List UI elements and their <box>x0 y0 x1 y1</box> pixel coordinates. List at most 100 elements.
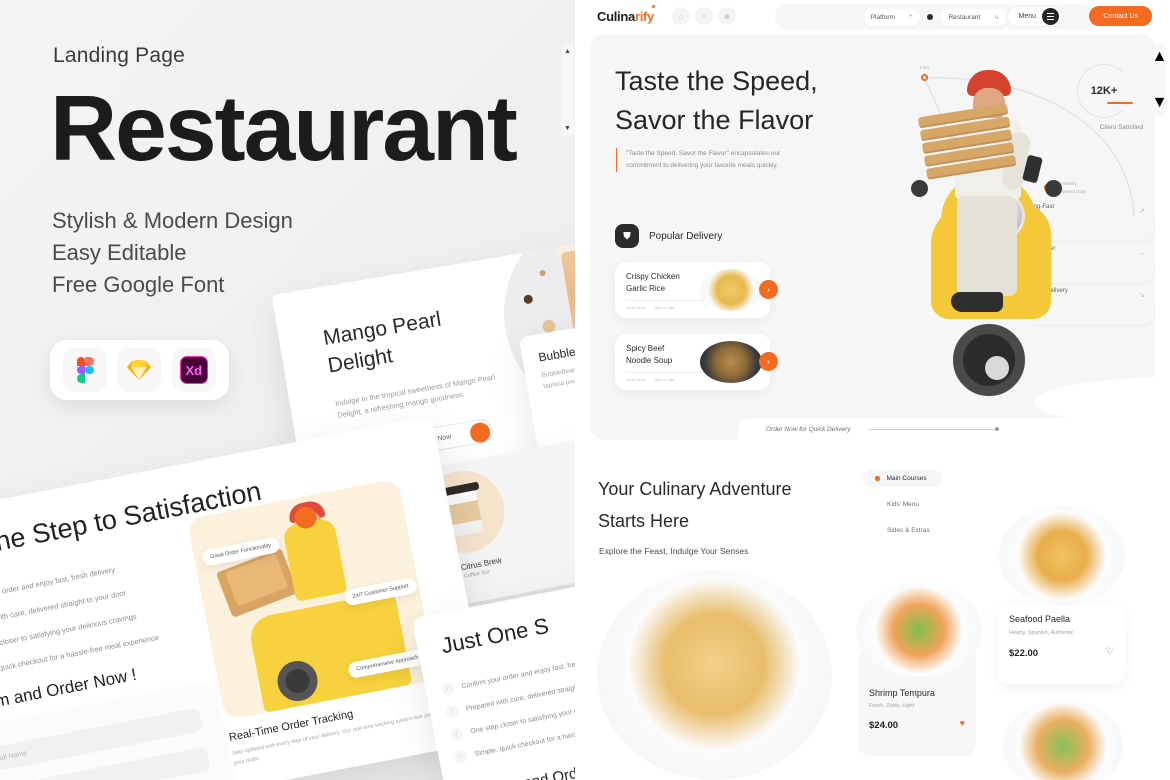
menu-label: Menu <box>1018 13 1036 20</box>
hero-footer-line-icon <box>868 427 999 431</box>
rider-shoe <box>951 292 1003 312</box>
tab-sides-extras[interactable]: Sides & Extras <box>863 522 942 539</box>
sketch-icon <box>117 348 162 392</box>
food-card-title: Crispy Chicken Garlic Rice <box>626 271 708 296</box>
nav-pill-restaurant[interactable]: Restaurant ↳ <box>940 8 1008 26</box>
stat-label: Client Satisfied <box>1099 124 1143 131</box>
plus-icon: + <box>908 14 913 20</box>
arrow-icon: ↔ <box>1138 250 1145 257</box>
menu-item-desc: Hearty, Spanish, Authentic <box>1009 630 1074 636</box>
food-title-line2: Noodle Soup <box>626 356 673 366</box>
scroll-up-icon[interactable]: ▲ <box>564 48 571 55</box>
bubblebeam-title: BubbleBeam <box>537 339 575 365</box>
feature-item: Free Google Font <box>52 272 225 298</box>
just-one-step-list: ✓ Confirm your order and enjoy fast, fre… <box>440 655 575 775</box>
user-icon[interactable]: ☻ <box>718 7 736 25</box>
tab-main-courses[interactable]: Main Courses <box>863 470 942 487</box>
food-card-crispy-chicken[interactable]: Crispy Chicken Garlic Rice Order Now Add… <box>615 262 778 318</box>
logo-main: Culina <box>597 9 635 24</box>
nav-pill-platform[interactable]: Platform + <box>862 8 921 26</box>
food-title-line1: Spicy Beef <box>626 344 665 353</box>
just-one-step-heading: Just One S <box>439 612 551 659</box>
check-icon: ✓ <box>440 682 455 697</box>
mockup-mango-title: Mango Pearl Delight <box>321 307 443 378</box>
mockup-card-satisfaction: Just One Step to Satisfaction ✓ Confirm … <box>0 415 495 780</box>
adobe-xd-icon: Xd <box>171 348 216 392</box>
active-dot-icon <box>875 476 880 481</box>
page-title: Restaurant <box>50 76 518 180</box>
tab-label: Main Courses <box>886 475 927 482</box>
menu-item-price: $24.00 <box>869 720 899 731</box>
menu-heading-line2: Starts Here <box>598 511 690 532</box>
arrow-up-right-icon: ↗ <box>1139 208 1145 215</box>
rider-legs <box>957 196 1017 296</box>
popular-delivery-header: ⛊ Popular Delivery <box>615 224 722 248</box>
xd-label: Xd <box>179 356 208 384</box>
menu-section-heading: Your Culinary Adventure Starts Here <box>598 473 791 537</box>
favorite-heart-icon[interactable]: ♥ <box>960 718 965 728</box>
site-topbar: Culinarify ⌂ ⌕ ☻ Platform + Restaurant ↳… <box>575 0 1170 34</box>
page-kicker: Landing Page <box>53 44 186 67</box>
shrimp-tempura-image <box>856 583 982 677</box>
logo-accent: rify <box>634 9 654 24</box>
arrow-down-right-icon: ↘ <box>1139 292 1145 299</box>
app-badge-tray: Xd <box>50 340 229 400</box>
right-scrollbar[interactable]: ▲ ▼ <box>1152 44 1168 116</box>
rider-illustration: Great Order Functionality 24/7 Customer … <box>186 478 437 721</box>
hamburger-icon <box>1042 8 1059 25</box>
meta-order-now: Order Now <box>626 305 646 310</box>
food-card-arrow-icon[interactable]: › <box>759 280 778 299</box>
tag-label: 24/7 Customer Support <box>351 583 409 600</box>
featured-dish-image <box>597 570 832 780</box>
food-card-spicy-beef[interactable]: Spicy Beef Noodle Soup Order Now Add to … <box>615 334 778 390</box>
food-card-arrow-icon[interactable]: › <box>759 352 778 371</box>
check-icon: ✓ <box>453 749 469 764</box>
popular-delivery-label: Popular Delivery <box>649 230 723 242</box>
scroll-up-icon[interactable]: ▲ <box>1152 48 1168 66</box>
delivery-bag-icon: ⛊ <box>615 224 639 248</box>
favorite-heart-icon[interactable]: ♡ <box>1106 646 1114 657</box>
arc-node-top <box>921 74 928 81</box>
dish-image <box>700 341 762 383</box>
menu-card-seafood-paella[interactable]: Seafood Paella Hearty, Spanish, Authenti… <box>998 604 1125 684</box>
scroll-down-icon[interactable]: ▼ <box>564 125 571 132</box>
menu-item-price: $22.00 <box>1009 648 1039 659</box>
mockup-mango-desc: Indulge in the tropical sweetness of Man… <box>334 372 496 421</box>
website-preview-panel: Culinarify ⌂ ⌕ ☻ Platform + Restaurant ↳… <box>575 0 1170 780</box>
topbar-icon-group: ⌂ ⌕ ☻ <box>672 7 736 25</box>
feature-list: Stylish & Modern Design Easy Editable Fr… <box>52 205 293 301</box>
hero-footer-text: Order Now for Quick Delivery <box>766 425 851 433</box>
site-logo[interactable]: Culinarify <box>597 5 655 24</box>
meta-order-now: Order Now <box>626 377 646 382</box>
arrow-icon: ↳ <box>994 14 1000 21</box>
meta-add-to-cart: Add to Cart <box>654 305 675 310</box>
arc-caption-top: Fast <box>920 65 929 70</box>
menu-button[interactable]: Menu <box>1007 6 1063 27</box>
scroll-down-icon[interactable]: ▼ <box>1152 94 1168 112</box>
client-satisfied-ring: 12K+ <box>1077 64 1131 118</box>
dish-image <box>700 269 762 311</box>
rider-person <box>917 70 1053 370</box>
food-card-meta: Order Now Add to Cart <box>626 300 706 310</box>
seafood-paella-image <box>999 506 1125 606</box>
food-card-meta: Order Now Add to Cart <box>626 372 706 382</box>
menu-item-desc: Fresh, Zesty, Light <box>869 703 915 709</box>
check-icon: ✓ <box>449 727 464 742</box>
tab-label: Sides & Extras <box>887 527 930 534</box>
pill-separator-dot <box>927 14 934 20</box>
figma-icon <box>63 348 108 392</box>
logo-dot-icon <box>652 5 655 8</box>
menu-heading-line1: Your Culinary Adventure <box>598 479 792 499</box>
contact-label: Contact Us <box>1103 12 1138 20</box>
feature-item: Stylish & Modern Design <box>52 208 293 233</box>
check-icon: ✓ <box>445 704 460 719</box>
hero-quote: "Taste the Speed, Savor the Flavor" enca… <box>616 148 806 173</box>
hero-heading: Taste the Speed, Savor the Flavor <box>615 62 818 140</box>
nav-pill-label: Platform <box>870 13 895 21</box>
search-icon[interactable]: ⌕ <box>695 7 713 25</box>
home-icon[interactable]: ⌂ <box>672 7 690 25</box>
hero-section: Taste the Speed, Savor the Flavor "Taste… <box>590 34 1155 440</box>
left-scrollbar[interactable]: ▲ ▼ <box>561 44 574 136</box>
tab-kids-menu[interactable]: Kids' Menu <box>863 496 942 513</box>
contact-us-button[interactable]: Contact Us <box>1089 6 1152 26</box>
